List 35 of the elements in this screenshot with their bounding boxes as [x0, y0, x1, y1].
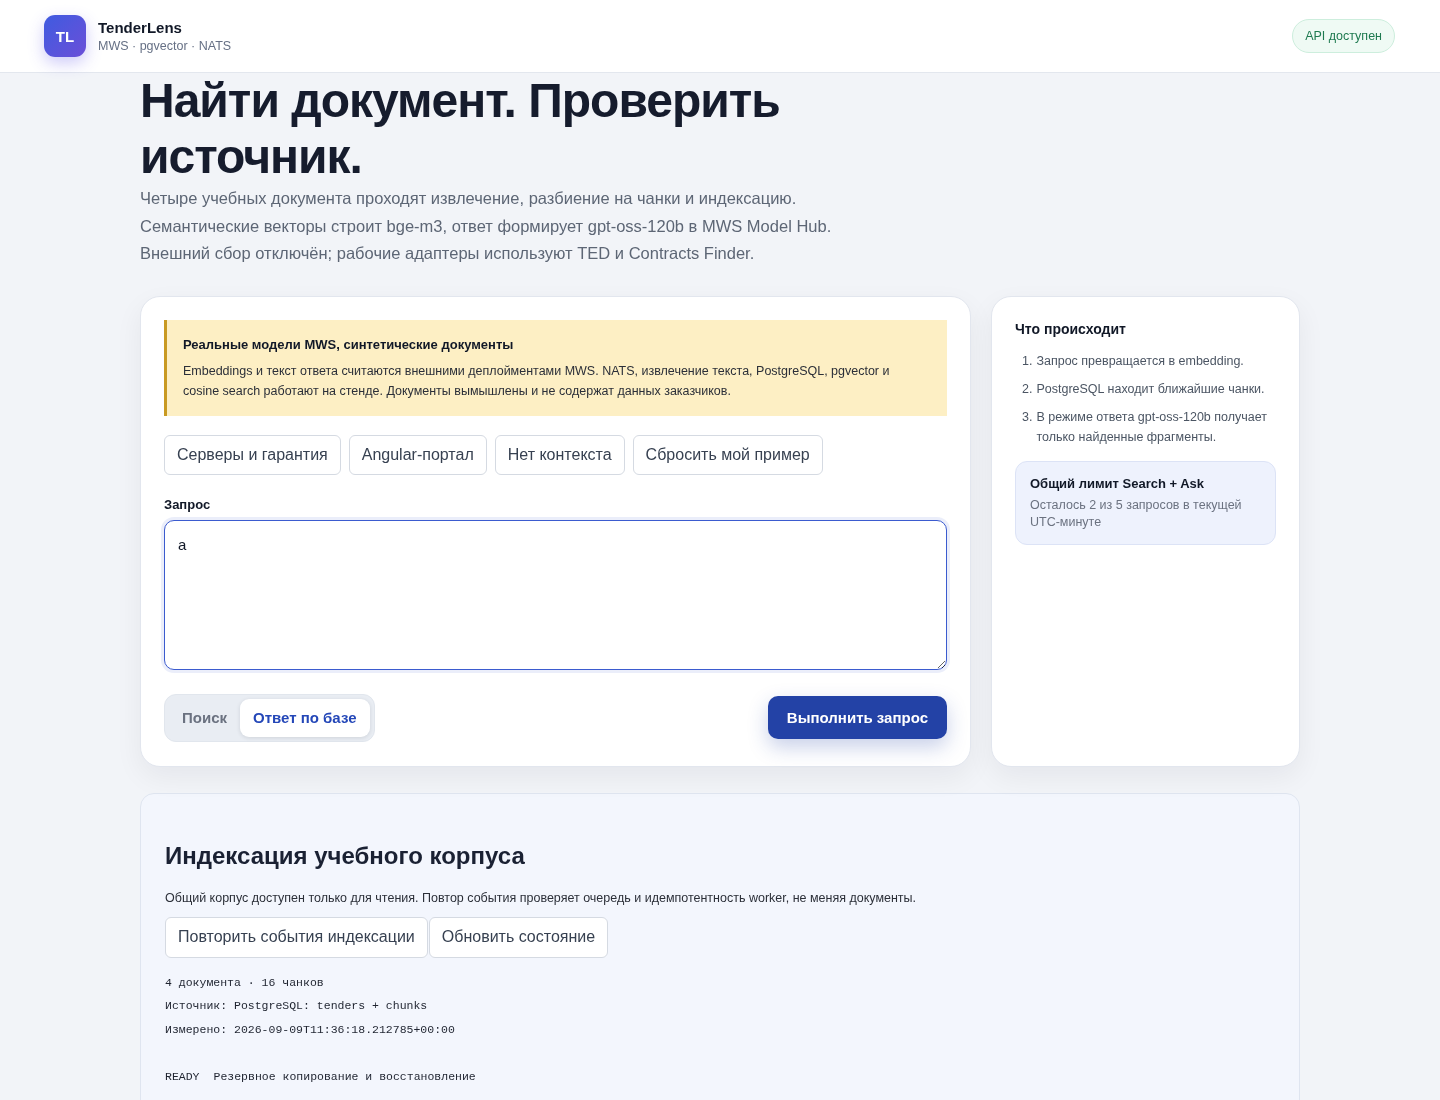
summary-line: Измерено: 2026-09-09T11:36:18.212785+00:00	[165, 1022, 455, 1036]
step-text: Запрос превращается в embedding.	[1036, 352, 1244, 370]
limit-text: Осталось 2 из 5 запросов в текущей UTC-минуте	[1030, 496, 1243, 531]
document-status: READY	[165, 1068, 200, 1085]
intro-text: Четыре учебных документа проходят извлечение, разбиение на чанки и индексацию. Семантические векторы строит bge-m3, ответ формирует gpt-oss-120b в MWS Model Hub. Внешний сбор отключён; рабочие адаптеры используют TED и Contracts Finder.	[140, 188, 833, 264]
step-number: 3.	[1022, 408, 1033, 426]
query-label: Запрос	[164, 496, 212, 512]
indexing-title: Индексация учебного корпуса	[165, 840, 526, 871]
api-status-badge: API доступен	[1292, 19, 1395, 53]
logo-tile: TL	[44, 15, 86, 57]
notice-text: Embeddings и текст ответа считаются внешними деплойментами MWS. NATS, извлечение текста, PostgreSQL, pgvector и cosine search работают на стенде. Документы вымышлены и не содержат данных заказчиков.	[183, 362, 891, 400]
indexing-description: Общий корпус доступен только для чтения. Повтор события проверяет очередь и идемпотентность worker, не меняя документы.	[165, 890, 918, 905]
page-heading: Найти документ. Проверить источник.	[140, 73, 781, 185]
step-number: 2.	[1022, 380, 1033, 398]
notice-title: Реальные модели MWS, синтетические документы	[183, 336, 515, 352]
info-title: Что происходит	[1015, 320, 1127, 337]
step-text: PostgreSQL находит ближайшие чанки.	[1036, 380, 1265, 398]
summary-line: Источник: PostgreSQL: tenders + chunks	[165, 999, 428, 1012]
summary-line: 4 документа · 16 чанков	[165, 975, 324, 989]
limit-title: Общий лимит Search + Ask	[1030, 475, 1206, 491]
preset-button[interactable]: Angular-портал	[348, 434, 487, 475]
indexing-action-button[interactable]: Повторить события индексации	[165, 916, 428, 958]
brand-subtitle: MWS · pgvector · NATS	[98, 39, 232, 53]
preset-button[interactable]: Сбросить мой пример	[632, 434, 823, 475]
preset-button[interactable]: Серверы и гарантия	[164, 434, 341, 475]
brand-name: TenderLens	[98, 19, 183, 36]
preset-button[interactable]: Нет контекста	[494, 434, 625, 475]
query-field[interactable]: a	[164, 519, 947, 670]
mode-tab[interactable]: Поиск	[169, 698, 240, 737]
run-query-button[interactable]: Выполнить запрос	[767, 696, 947, 739]
document-name: Резервное копирование и восстановление	[213, 1068, 476, 1085]
indexing-action-button[interactable]: Обновить состояние	[428, 916, 609, 958]
step-number: 1.	[1022, 352, 1033, 370]
step-text: В режиме ответа gpt-oss-120b получает только найденные фрагменты.	[1036, 408, 1268, 446]
mode-tab[interactable]: Ответ по базе	[240, 698, 370, 737]
